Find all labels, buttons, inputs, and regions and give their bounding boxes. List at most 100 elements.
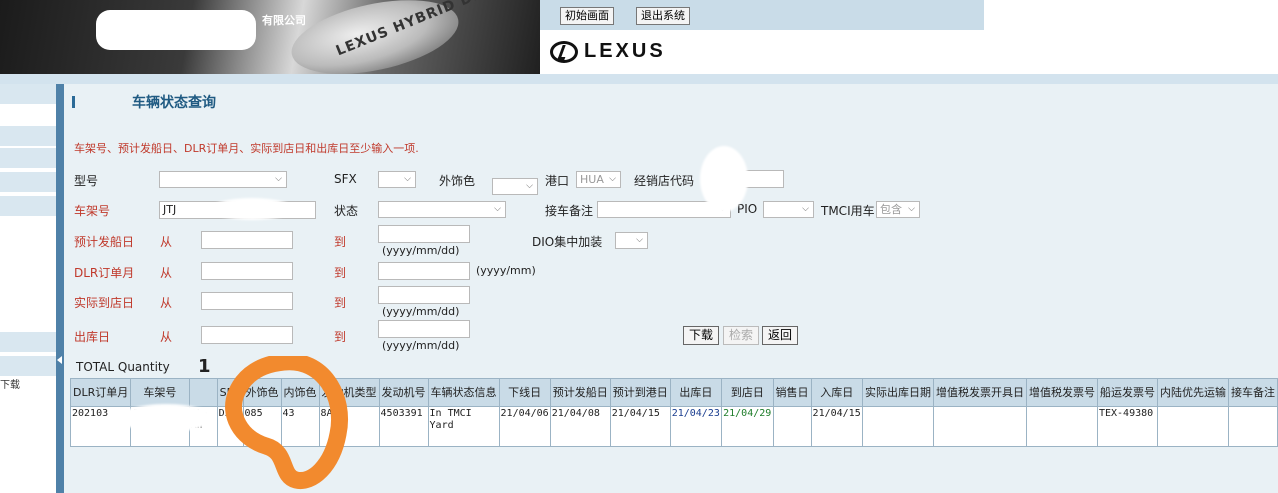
sidebar-item[interactable]: [0, 84, 56, 104]
chevron-down-icon: ⌵: [636, 235, 643, 245]
collapse-arrow-icon[interactable]: [57, 356, 62, 364]
vin-value: JTJ: [163, 203, 177, 216]
table-cell: [1025, 406, 1098, 447]
redaction-blob: [118, 404, 214, 432]
dealer-code-label: 经销店代码: [634, 174, 695, 188]
column-header: DLR订单月: [69, 378, 132, 407]
column-header: 出库日: [669, 378, 723, 407]
arrive-from-label: 从: [160, 296, 173, 310]
dlr-month-label: DLR订单月: [74, 266, 135, 280]
outbound-to-input[interactable]: [378, 320, 470, 338]
table-cell: 21/04/08: [549, 406, 611, 447]
home-button[interactable]: 初始画面: [560, 7, 614, 25]
table-cell: [1227, 406, 1278, 447]
outbound-from-input[interactable]: [201, 326, 293, 344]
redaction-blob: [210, 198, 294, 220]
model-select[interactable]: ⌵: [159, 171, 287, 188]
header-right: 初始画面 退出系统 LEXUS: [540, 0, 984, 74]
total-quantity-label: TOTAL Quantity: [76, 360, 170, 374]
pio-label: PIO: [737, 202, 758, 216]
column-header: 接车备注: [1227, 378, 1278, 407]
dealer-code-input[interactable]: [744, 170, 784, 188]
column-header: 销售日: [772, 378, 812, 407]
arrive-from-input[interactable]: [201, 292, 293, 310]
logout-button[interactable]: 退出系统: [636, 7, 690, 25]
table-cell: 21/04/15: [609, 406, 671, 447]
lexus-emblem-icon: [550, 40, 578, 63]
chevron-down-icon: ⌵: [526, 181, 533, 191]
ext-color-label: 外饰色: [439, 174, 476, 188]
table-cell: 4503391: [378, 406, 429, 447]
status-select[interactable]: ⌵: [378, 201, 506, 218]
header-banner: LEXUS HYBRID DRIVE 有限公司: [0, 0, 540, 74]
search-button[interactable]: 检索: [723, 326, 760, 345]
arrive-date-hint: (yyyy/mm/dd): [382, 305, 460, 318]
table-cell: 21/04/15: [810, 406, 863, 447]
column-header: 到店日: [721, 378, 774, 407]
chevron-down-icon: ⌵: [908, 204, 915, 214]
column-header: 车辆状态信息: [427, 378, 500, 407]
column-header: 增值税发票开具日: [932, 378, 1027, 407]
sidebar-item[interactable]: [0, 126, 56, 146]
sidebar-item[interactable]: [0, 196, 56, 216]
table-cell: In TMCI Yard: [427, 406, 500, 447]
dio-select[interactable]: ⌵: [615, 232, 648, 249]
column-header: 车架号: [130, 378, 190, 407]
screen-root: LEXUS HYBRID DRIVE 有限公司 初始画面 退出系统 LEXUS …: [0, 0, 1278, 493]
sidebar-item[interactable]: [0, 356, 56, 376]
etd-from-input[interactable]: [201, 231, 293, 249]
dlr-to-input[interactable]: [378, 262, 470, 280]
outbound-label: 出库日: [74, 330, 111, 344]
outbound-from-label: 从: [160, 330, 173, 344]
table-cell: [861, 406, 934, 447]
table-cell: [1156, 406, 1229, 447]
column-header: 船运发票号: [1096, 378, 1158, 407]
chevron-down-icon: ⌵: [275, 174, 282, 184]
table-cell: [932, 406, 1027, 447]
outbound-date-hint: (yyyy/mm/dd): [382, 339, 460, 352]
back-button[interactable]: 返回: [762, 326, 799, 345]
pio-select[interactable]: ⌵: [763, 201, 814, 218]
column-header: 内陆优先运输: [1156, 378, 1229, 407]
lexus-logo: LEXUS: [550, 40, 666, 63]
dio-label: DIO集中加装: [532, 235, 603, 249]
port-select[interactable]: HUA ⌵: [576, 171, 621, 188]
banner-image: LEXUS HYBRID DRIVE 有限公司: [0, 0, 540, 74]
sfx-select[interactable]: ⌵: [378, 171, 416, 188]
etd-label: 预计发船日: [74, 235, 135, 249]
outbound-to-label: 到: [334, 330, 347, 344]
lexus-wordmark: LEXUS: [584, 40, 666, 62]
arrive-to-input[interactable]: [378, 286, 470, 304]
chevron-down-icon: ⌵: [609, 174, 616, 184]
etd-to-input[interactable]: [378, 225, 470, 243]
chevron-down-icon: ⌵: [494, 204, 501, 214]
port-label: 港口: [545, 174, 570, 188]
redaction-blob: [700, 146, 748, 212]
arrive-to-label: 到: [334, 296, 347, 310]
page-title: 车辆状态查询: [132, 95, 216, 111]
column-header: 入库日: [810, 378, 863, 407]
download-button[interactable]: 下载: [683, 326, 720, 345]
sidebar-item-download[interactable]: 下载: [0, 376, 20, 391]
dlr-to-label: 到: [334, 266, 347, 280]
dlr-from-label: 从: [160, 266, 173, 280]
sidebar-item[interactable]: [0, 332, 56, 352]
etd-from-label: 从: [160, 235, 173, 249]
ext-color-select[interactable]: ⌵: [492, 178, 538, 195]
sidebar-item[interactable]: [0, 172, 56, 192]
sidebar-item[interactable]: [0, 148, 56, 168]
dlr-from-input[interactable]: [201, 262, 293, 280]
column-header: 增值税发票号: [1025, 378, 1098, 407]
chevron-down-icon: ⌵: [802, 204, 809, 214]
etd-to-label: 到: [334, 235, 347, 249]
table-cell: 21/04/29: [721, 406, 774, 447]
port-value: HUA: [580, 173, 604, 186]
tmci-select[interactable]: 包含 ⌵: [876, 201, 920, 218]
pickup-note-label: 接车备注: [545, 204, 594, 218]
tmci-label: TMCI用车: [821, 204, 875, 218]
sfx-label: SFX: [334, 172, 357, 186]
column-header: 下线日: [498, 378, 551, 407]
sidebar-collapse-bar[interactable]: [56, 84, 64, 493]
etd-date-hint: (yyyy/mm/dd): [382, 244, 460, 257]
model-label: 型号: [74, 174, 99, 188]
